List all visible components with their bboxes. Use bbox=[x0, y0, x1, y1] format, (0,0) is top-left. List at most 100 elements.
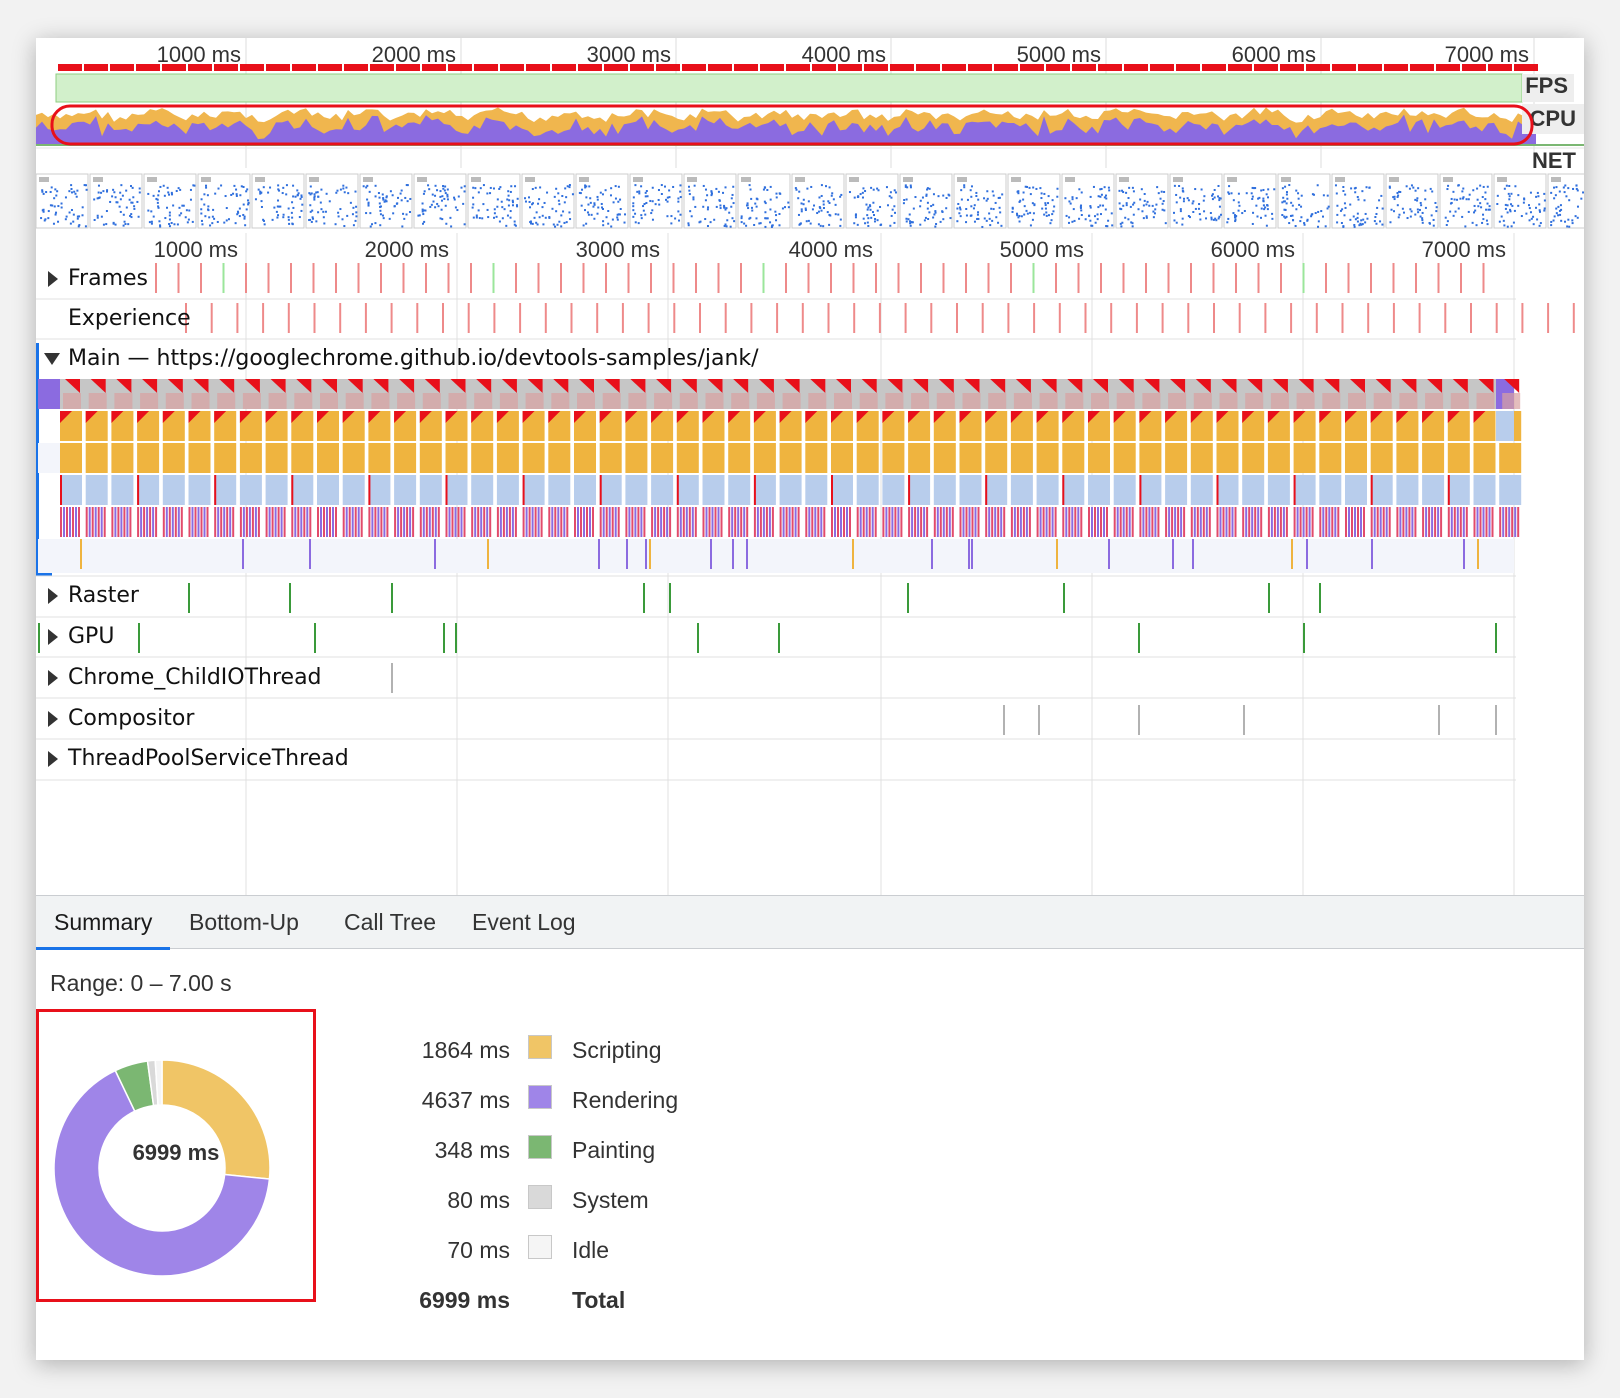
screenshot-dot bbox=[501, 206, 504, 209]
screenshot-dot bbox=[994, 201, 997, 204]
layout-stripe bbox=[599, 507, 602, 537]
screenshot-dot bbox=[443, 197, 446, 200]
screenshot-dot bbox=[769, 208, 772, 211]
layout-stripe bbox=[1196, 507, 1199, 537]
screenshot-dot bbox=[707, 206, 710, 209]
screenshot-dot bbox=[102, 190, 105, 193]
fps-segment bbox=[1384, 64, 1408, 71]
screenshot-dot bbox=[864, 190, 867, 193]
screenshot-dot bbox=[640, 185, 643, 188]
function-call-block bbox=[1062, 475, 1085, 505]
screenshot-dot bbox=[1130, 221, 1133, 224]
screenshot-dot bbox=[1396, 195, 1399, 198]
screenshot-dot bbox=[1161, 208, 1164, 211]
function-call-block bbox=[651, 475, 674, 505]
layout-stripe bbox=[1128, 507, 1131, 537]
long-task-hatch bbox=[731, 393, 750, 409]
screenshot-dot bbox=[113, 191, 116, 194]
screenshot-dot bbox=[1291, 219, 1294, 222]
layout-stripe bbox=[342, 507, 345, 537]
screenshot-dot bbox=[599, 191, 602, 194]
flame-chart-canvas[interactable]: 1000 ms 2000 ms 3000 ms 4000 ms 5000 ms 6000 … bbox=[36, 233, 1584, 933]
screenshot-dot bbox=[679, 213, 682, 216]
layout-stripe bbox=[788, 507, 791, 537]
screenshot-dot bbox=[401, 225, 404, 228]
screenshot-dot bbox=[1078, 217, 1081, 220]
screenshot-dot bbox=[131, 186, 134, 189]
screenshot-dot bbox=[1336, 221, 1339, 224]
tab-summary[interactable]: Summary bbox=[36, 896, 171, 950]
layout-stripe bbox=[1028, 507, 1031, 537]
screenshot-dot bbox=[555, 187, 558, 190]
screenshot-dot bbox=[1250, 192, 1253, 195]
layout-stripe bbox=[911, 507, 914, 537]
screenshot-dot bbox=[919, 199, 922, 202]
function-call-block bbox=[317, 475, 339, 505]
layout-stripe bbox=[1379, 507, 1382, 537]
screenshot-dot bbox=[948, 194, 951, 197]
screenshot-dot bbox=[1558, 190, 1561, 193]
screenshot-dot bbox=[960, 189, 963, 192]
screenshot-dot bbox=[733, 220, 736, 223]
layout-stripe bbox=[1465, 507, 1468, 537]
screenshot-dot bbox=[1508, 184, 1511, 187]
layout-stripe bbox=[1282, 507, 1285, 537]
screenshot-dot bbox=[588, 185, 591, 188]
forced-layout-mark bbox=[137, 475, 140, 505]
screenshot-dot bbox=[495, 215, 498, 218]
fps-segment bbox=[84, 64, 108, 71]
screenshot-dot bbox=[958, 206, 961, 209]
screenshot-dot bbox=[367, 204, 370, 207]
screenshot-dot bbox=[593, 202, 596, 205]
layout-stripe bbox=[586, 507, 588, 537]
overview-canvas[interactable]: 1000 ms 2000 ms 3000 ms 4000 ms 5000 ms 6000 … bbox=[36, 38, 1584, 233]
screenshot-dot bbox=[1502, 219, 1505, 222]
devtools-performance-panel: 1000 ms 2000 ms 3000 ms 4000 ms 5000 ms 6000 … bbox=[36, 38, 1584, 1360]
tab-event-log[interactable]: Event Log bbox=[454, 896, 594, 949]
screenshot-dot bbox=[501, 217, 504, 220]
screenshot-dot bbox=[817, 223, 820, 226]
screenshot-dot bbox=[839, 224, 842, 227]
screenshot-dot bbox=[651, 200, 654, 203]
fps-segment bbox=[994, 64, 1018, 71]
screenshot-dot bbox=[55, 211, 58, 214]
screenshot-thumbnail bbox=[791, 173, 845, 229]
layout-stripe bbox=[917, 507, 920, 537]
screenshot-dot bbox=[201, 223, 204, 226]
forced-layout-mark bbox=[214, 475, 217, 505]
screenshot-dot bbox=[119, 198, 122, 201]
gpu-event bbox=[38, 623, 40, 653]
screenshot-dot bbox=[905, 198, 908, 201]
screenshot-dot bbox=[730, 205, 733, 208]
screenshot-dot bbox=[49, 204, 52, 207]
tab-bottom-up[interactable]: Bottom-Up bbox=[171, 896, 317, 949]
screenshot-dot bbox=[150, 220, 153, 223]
screenshot-dot bbox=[1381, 223, 1384, 226]
timeline-overview[interactable]: 1000 ms 2000 ms 3000 ms 4000 ms 5000 ms 6000 … bbox=[36, 38, 1584, 233]
screenshot-dot bbox=[1550, 220, 1553, 223]
flame-chart[interactable]: 1000 ms 2000 ms 3000 ms 4000 ms 5000 ms 6000 … bbox=[36, 233, 1584, 933]
layout-stripe bbox=[242, 507, 245, 537]
layout-stripe bbox=[637, 507, 640, 537]
screenshot-dot bbox=[928, 211, 931, 214]
screenshot-dot bbox=[53, 197, 56, 200]
screenshot-dot bbox=[1228, 185, 1231, 188]
screenshot-dot bbox=[57, 205, 60, 208]
screenshot-dot bbox=[587, 203, 590, 206]
layout-stripe bbox=[1370, 507, 1373, 537]
fps-segment bbox=[292, 64, 316, 71]
screenshot-dot bbox=[1023, 213, 1026, 216]
small-event bbox=[598, 539, 600, 569]
screenshot-dot bbox=[273, 206, 276, 209]
forced-layout-mark bbox=[1293, 475, 1296, 505]
screenshot-dot bbox=[1536, 218, 1539, 221]
screenshot-dot bbox=[207, 209, 210, 212]
tab-call-tree[interactable]: Call Tree bbox=[326, 896, 454, 949]
screenshot-dot bbox=[300, 209, 303, 212]
screenshot-dot bbox=[422, 192, 425, 195]
main-tail bbox=[1496, 411, 1514, 441]
scripting-subblock bbox=[60, 443, 82, 473]
screenshot-dot bbox=[1175, 221, 1178, 224]
screenshot-dot bbox=[70, 188, 73, 191]
screenshot-dot bbox=[260, 205, 263, 208]
